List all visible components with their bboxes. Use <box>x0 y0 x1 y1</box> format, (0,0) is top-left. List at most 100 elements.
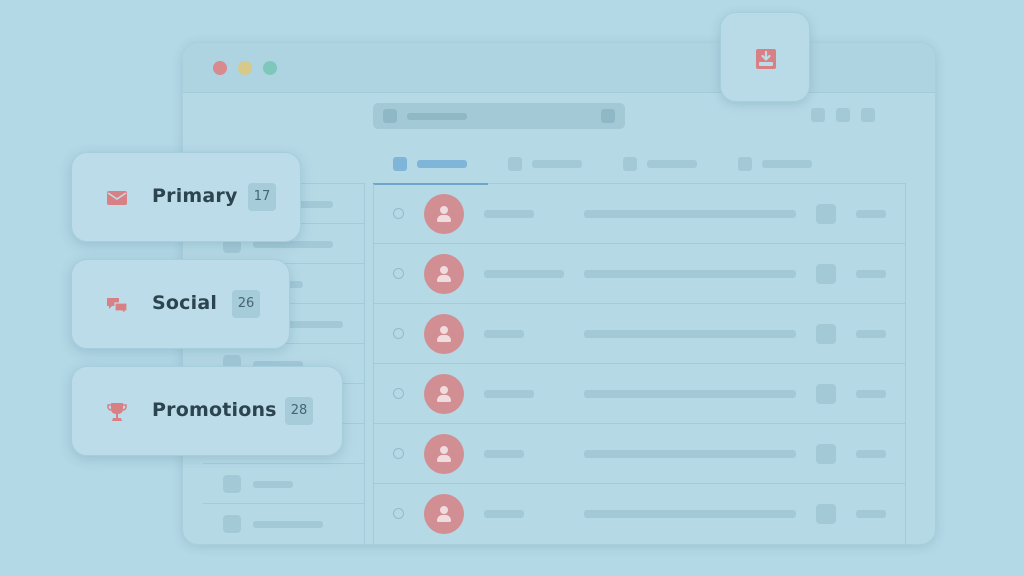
user-body-icon <box>437 395 451 402</box>
mail-subject <box>584 510 796 518</box>
category-label: Primary <box>152 185 238 207</box>
window-titlebar <box>183 43 935 93</box>
user-body-icon <box>437 275 451 282</box>
sidebar-item-icon <box>223 475 241 493</box>
tab-label <box>647 160 697 168</box>
mail-subject <box>584 270 796 278</box>
sender-name <box>484 450 524 458</box>
user-head-icon <box>440 506 448 514</box>
category-label: Social <box>152 292 218 314</box>
inbox-download-icon <box>756 49 776 69</box>
select-checkbox[interactable] <box>393 328 404 339</box>
mail-row[interactable] <box>374 484 905 544</box>
toolbar-icon-2[interactable] <box>836 108 850 122</box>
mail-row[interactable] <box>374 304 905 364</box>
select-checkbox[interactable] <box>393 388 404 399</box>
tab-label <box>417 160 467 168</box>
mail-row[interactable] <box>374 184 905 244</box>
tab-icon <box>508 157 522 171</box>
select-checkbox[interactable] <box>393 508 404 519</box>
tab-icon <box>393 157 407 171</box>
user-head-icon <box>440 386 448 394</box>
mail-subject <box>584 330 796 338</box>
sidebar-item-icon <box>223 515 241 533</box>
trophy-icon <box>107 403 127 421</box>
sender-avatar <box>424 254 464 294</box>
sender-avatar <box>424 374 464 414</box>
toolbar-icon-3[interactable] <box>861 108 875 122</box>
mail-date <box>856 210 886 218</box>
sender-avatar <box>424 314 464 354</box>
sender-avatar <box>424 494 464 534</box>
attachment-icon <box>816 444 836 464</box>
mail-date <box>856 330 886 338</box>
sender-avatar <box>424 434 464 474</box>
sender-name <box>484 510 524 518</box>
sidebar-item[interactable] <box>203 463 365 503</box>
mail-subject <box>584 390 796 398</box>
search-placeholder <box>407 113 467 120</box>
mail-row[interactable] <box>374 364 905 424</box>
attachment-icon <box>816 504 836 524</box>
email-client-window <box>182 42 936 545</box>
maximize-window-button[interactable] <box>263 61 277 75</box>
tab-social[interactable] <box>488 141 603 184</box>
category-label: Promotions <box>152 399 277 421</box>
minimize-window-button[interactable] <box>238 61 252 75</box>
tab-label <box>532 160 582 168</box>
user-head-icon <box>440 266 448 274</box>
sender-name <box>484 210 534 218</box>
category-tabs <box>373 141 906 185</box>
chat-bubbles-icon <box>107 298 128 315</box>
sidebar-item-label <box>253 521 323 528</box>
user-body-icon <box>437 515 451 522</box>
user-body-icon <box>437 335 451 342</box>
select-checkbox[interactable] <box>393 448 404 459</box>
category-card-social[interactable]: Social 26 <box>71 259 290 349</box>
toolbar-icon-1[interactable] <box>811 108 825 122</box>
search-icon <box>383 109 397 123</box>
sender-name <box>484 270 564 278</box>
tab-icon <box>738 157 752 171</box>
sidebar-item-label <box>253 481 293 488</box>
user-body-icon <box>437 215 451 222</box>
mail-date <box>856 450 886 458</box>
mail-subject <box>584 210 796 218</box>
tab-primary[interactable] <box>373 141 488 185</box>
user-head-icon <box>440 326 448 334</box>
mail-date <box>856 390 886 398</box>
inbox-card[interactable] <box>720 12 810 102</box>
user-head-icon <box>440 446 448 454</box>
sidebar-item-label <box>253 241 333 248</box>
tab-updates[interactable] <box>718 141 833 184</box>
select-checkbox[interactable] <box>393 268 404 279</box>
category-card-promotions[interactable]: Promotions 28 <box>71 366 343 456</box>
user-head-icon <box>440 206 448 214</box>
search-bar[interactable] <box>373 103 625 129</box>
select-checkbox[interactable] <box>393 208 404 219</box>
sender-name <box>484 390 534 398</box>
attachment-icon <box>816 264 836 284</box>
category-card-primary[interactable]: Primary 17 <box>71 152 301 242</box>
mail-row[interactable] <box>374 244 905 304</box>
sidebar-item[interactable] <box>203 503 365 543</box>
mail-subject <box>584 450 796 458</box>
attachment-icon <box>816 204 836 224</box>
user-body-icon <box>437 455 451 462</box>
mail-date <box>856 270 886 278</box>
mail-date <box>856 510 886 518</box>
filter-icon[interactable] <box>601 109 615 123</box>
envelope-icon <box>107 191 127 205</box>
mail-list <box>373 184 906 544</box>
mail-row[interactable] <box>374 424 905 484</box>
attachment-icon <box>816 324 836 344</box>
category-count-badge: 26 <box>232 290 260 318</box>
attachment-icon <box>816 384 836 404</box>
tab-icon <box>623 157 637 171</box>
sender-avatar <box>424 194 464 234</box>
tab-label <box>762 160 812 168</box>
close-window-button[interactable] <box>213 61 227 75</box>
sender-name <box>484 330 524 338</box>
tab-promotions[interactable] <box>603 141 718 184</box>
category-count-badge: 28 <box>285 397 313 425</box>
